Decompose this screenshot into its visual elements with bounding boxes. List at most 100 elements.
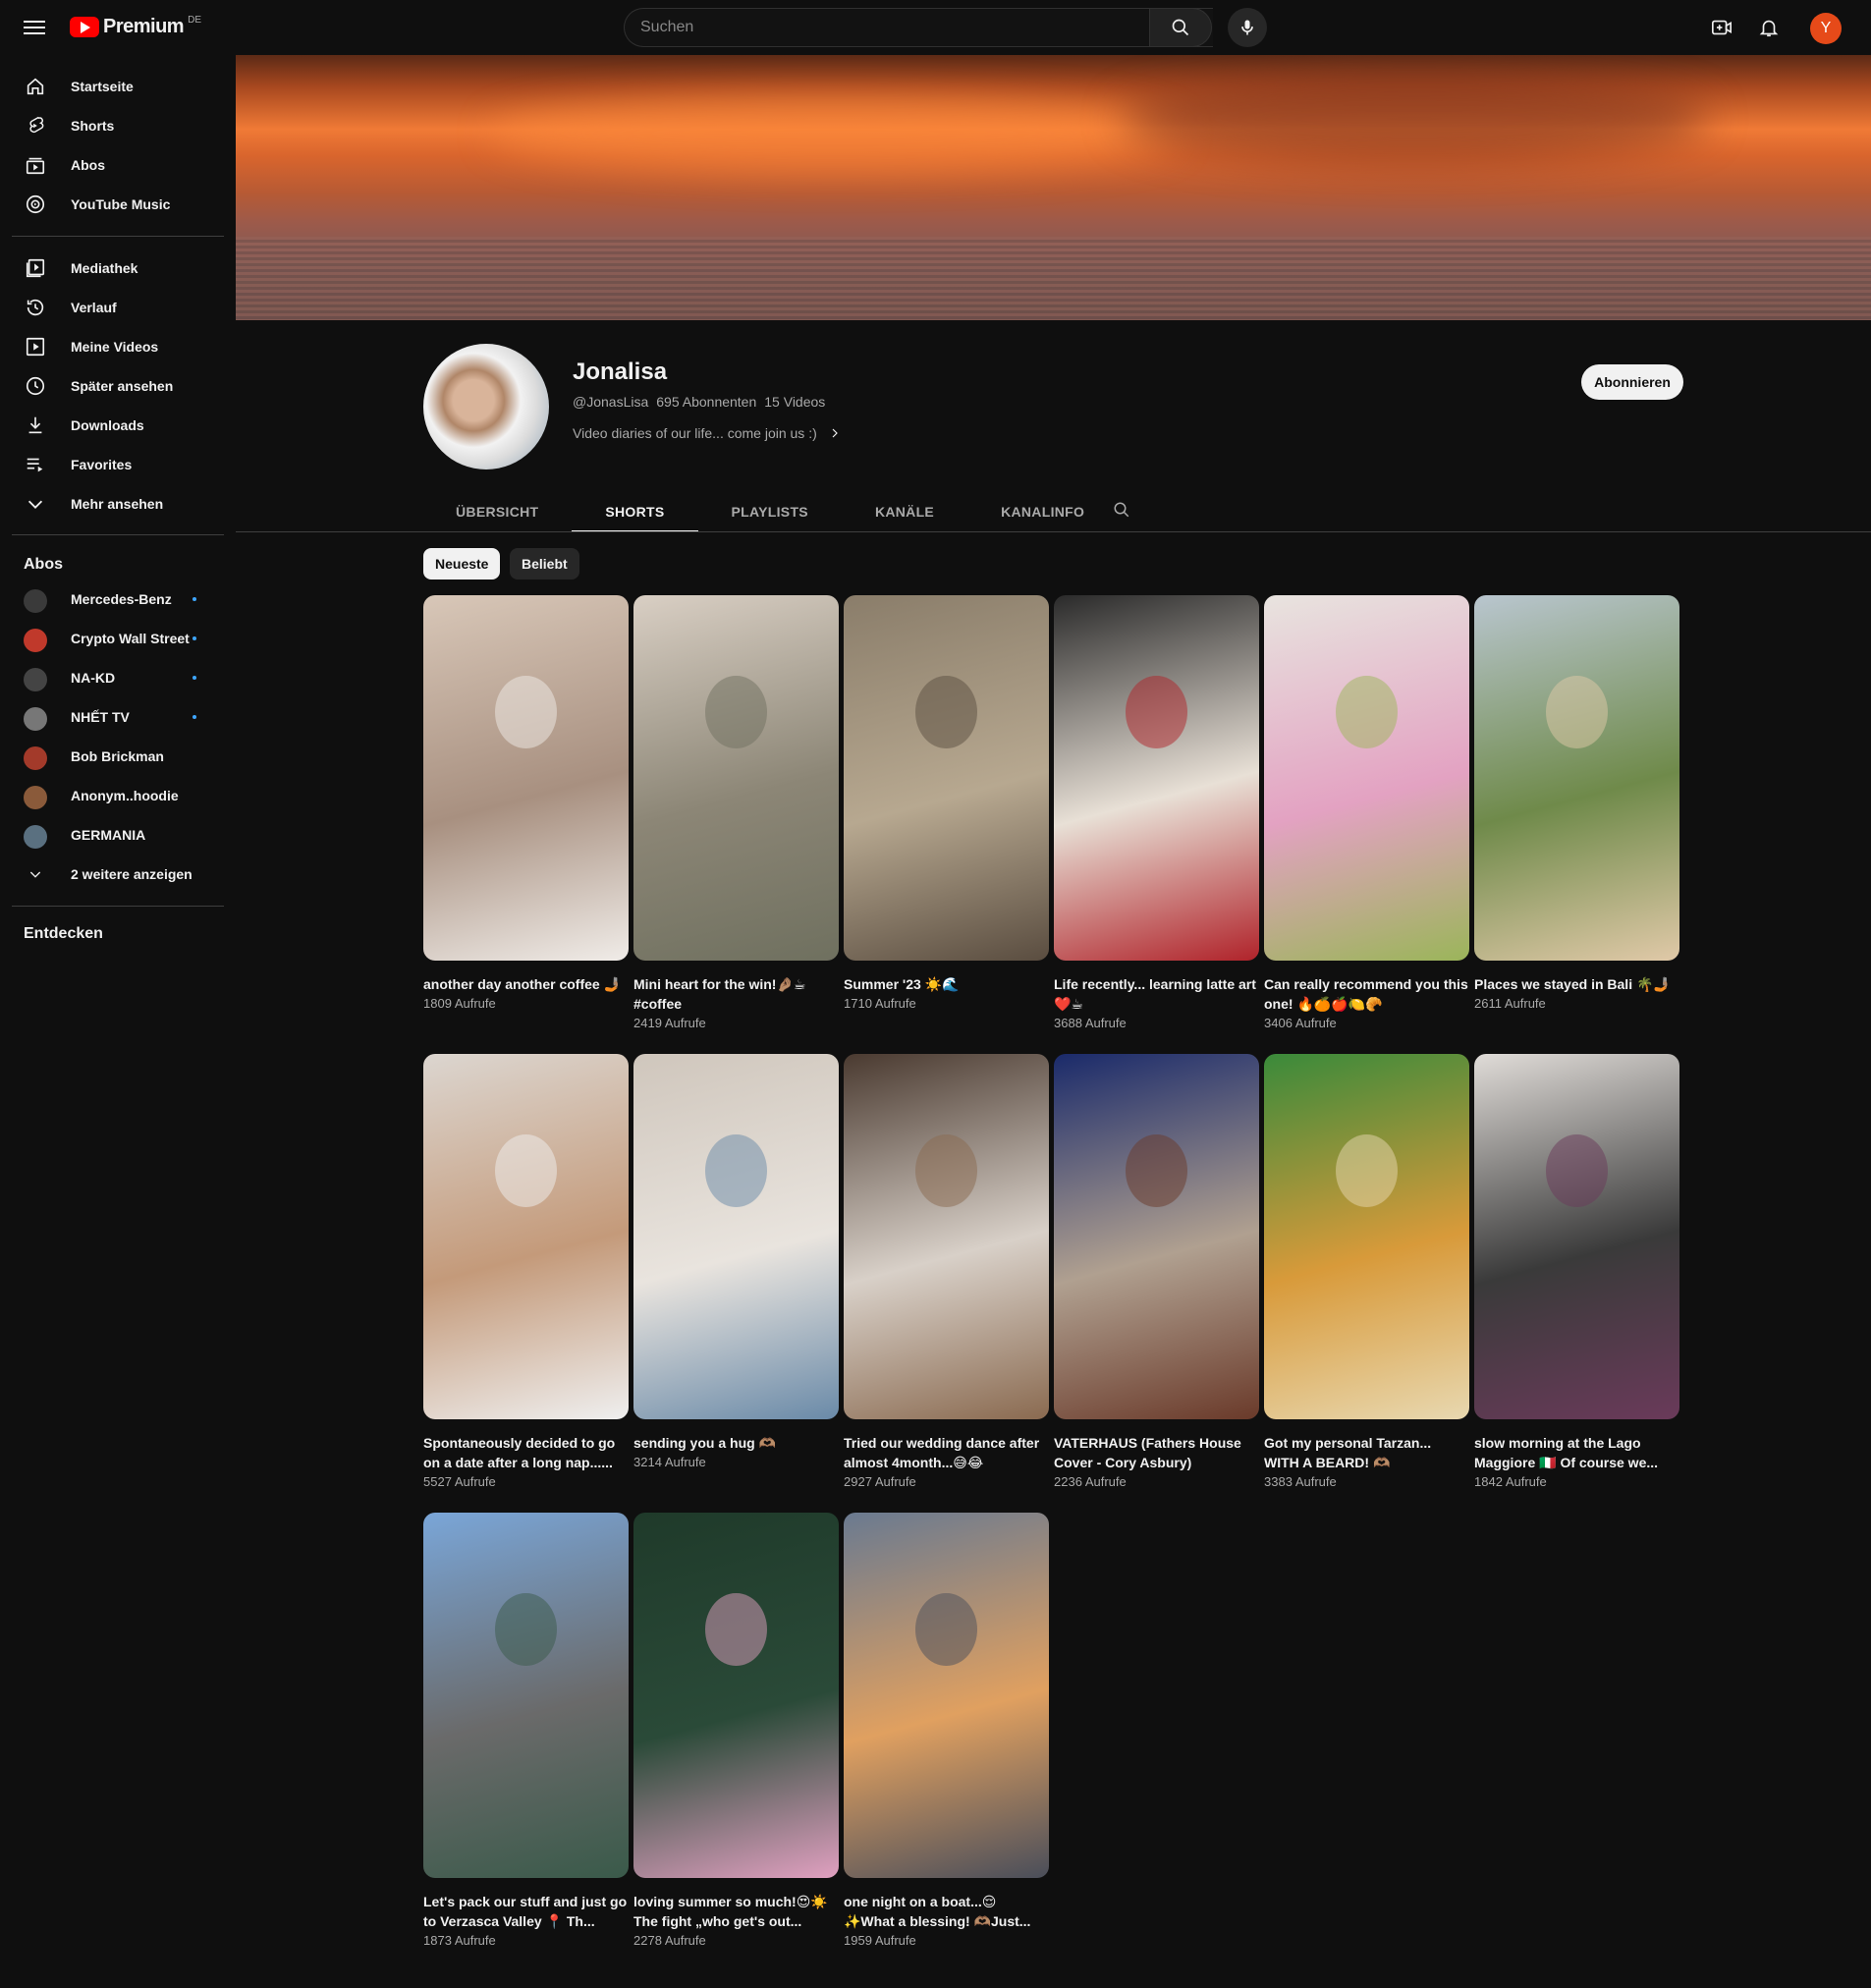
new-content-dot [193, 676, 196, 680]
tab-shorts[interactable]: SHORTS [572, 491, 698, 532]
short-title[interactable]: loving summer so much!😍☀️ The fight „who… [633, 1892, 839, 1931]
short-title[interactable]: Life recently... learning latte art❤️☕ [1054, 974, 1259, 1014]
subscription-label: NHẾT TV [71, 709, 130, 725]
short-thumbnail[interactable] [1054, 1054, 1259, 1419]
short-item[interactable]: VATERHAUS (Fathers House Cover - Cory As… [1054, 1054, 1259, 1489]
short-thumbnail[interactable] [1054, 595, 1259, 961]
subscription-item[interactable]: GERMANIA [12, 815, 224, 855]
chevron-down-icon [24, 864, 47, 884]
subscription-item[interactable]: Mercedes-Benz [12, 580, 224, 619]
short-item[interactable]: Let's pack our stuff and just go to Verz… [423, 1513, 629, 1948]
sidebar-divider [12, 236, 224, 237]
search-button[interactable] [1149, 8, 1212, 47]
sidebar-item-mediathek[interactable]: Mediathek [12, 248, 224, 288]
channel-avatar[interactable] [423, 344, 549, 469]
short-thumbnail[interactable] [844, 1513, 1049, 1878]
short-item[interactable]: Summer '23 ☀️🌊 1710 Aufrufe [844, 595, 1049, 1011]
channel-avatar [24, 668, 47, 691]
account-avatar[interactable]: Y [1810, 13, 1842, 44]
sidebar-item-abos[interactable]: Abos [12, 145, 224, 185]
filter-chip-neueste[interactable]: Neueste [423, 548, 501, 580]
short-item[interactable]: Tried our wedding dance after almost 4mo… [844, 1054, 1049, 1489]
short-thumbnail[interactable] [1264, 1054, 1469, 1419]
sidebar-item-sp-ter-ansehen[interactable]: Später ansehen [12, 366, 224, 406]
short-item[interactable]: another day another coffee 🤳🏽 1809 Aufruf… [423, 595, 629, 1011]
filter-chip-beliebt[interactable]: Beliebt [510, 548, 579, 580]
short-views: 2611 Aufrufe [1474, 996, 1546, 1011]
short-thumbnail[interactable] [844, 1054, 1049, 1419]
search-input[interactable] [625, 9, 1213, 46]
short-views: 2419 Aufrufe [633, 1016, 706, 1030]
new-content-dot [193, 597, 196, 601]
sidebar-item-favorites[interactable]: Favorites [12, 445, 224, 484]
tab-kanale[interactable]: KANÄLE [842, 491, 967, 532]
short-views: 1710 Aufrufe [844, 996, 916, 1011]
microphone-icon [1241, 20, 1253, 35]
short-title[interactable]: another day another coffee 🤳🏽 [423, 974, 629, 994]
short-thumbnail[interactable] [423, 1513, 629, 1878]
channel-description[interactable]: Video diaries of our life... come join u… [573, 425, 841, 441]
short-thumbnail[interactable] [423, 1054, 629, 1419]
short-thumbnail[interactable] [423, 595, 629, 961]
subscription-item[interactable]: Crypto Wall Street [12, 619, 224, 658]
notifications-button[interactable] [1757, 16, 1781, 39]
short-title[interactable]: Summer '23 ☀️🌊 [844, 974, 1049, 994]
short-thumbnail[interactable] [633, 1054, 839, 1419]
short-thumbnail[interactable] [1474, 1054, 1679, 1419]
sidebar-item-youtube-music[interactable]: YouTube Music [12, 185, 224, 224]
subscription-item[interactable]: Bob Brickman [12, 737, 224, 776]
short-item[interactable]: loving summer so much!😍☀️ The fight „who… [633, 1513, 839, 1948]
sidebar-item-label: Startseite [71, 79, 134, 94]
sidebar-item-shorts[interactable]: Shorts [12, 106, 224, 145]
short-title[interactable]: one night on a boat...😌 ✨What a blessing… [844, 1892, 1049, 1931]
short-item[interactable]: slow morning at the Lago Maggiore 🇮🇹 Of … [1474, 1054, 1679, 1489]
menu-icon[interactable] [24, 17, 45, 38]
short-title[interactable]: Got my personal Tarzan... WITH A BEARD! … [1264, 1433, 1469, 1472]
short-title[interactable]: sending you a hug 🫶🏽 [633, 1433, 839, 1453]
short-item[interactable]: Got my personal Tarzan... WITH A BEARD! … [1264, 1054, 1469, 1489]
short-title[interactable]: Can really recommend you this one! 🔥🍊🍎🍋🥐 [1264, 974, 1469, 1014]
short-item[interactable]: Places we stayed in Bali 🌴🤳🏽 2611 Aufrufe [1474, 595, 1679, 1011]
sidebar-item-meine-videos[interactable]: Meine Videos [12, 327, 224, 366]
channel-tabs: ÜBERSICHT SHORTS PLAYLISTS KANÄLE KANALINFO [422, 491, 1118, 532]
subscription-item[interactable]: Anonym..hoodie [12, 776, 224, 815]
short-title[interactable]: Let's pack our stuff and just go to Verz… [423, 1892, 629, 1931]
tab-ubersicht[interactable]: ÜBERSICHT [422, 491, 572, 532]
short-thumbnail[interactable] [1264, 595, 1469, 961]
voice-search-button[interactable] [1228, 8, 1267, 47]
subscribe-button[interactable]: Abonnieren [1581, 364, 1683, 400]
youtube-logo[interactable]: Premium DE [70, 15, 201, 38]
tab-kanalinfo[interactable]: KANALINFO [967, 491, 1118, 532]
short-title[interactable]: Places we stayed in Bali 🌴🤳🏽 [1474, 974, 1679, 994]
short-thumbnail[interactable] [633, 595, 839, 961]
create-button[interactable] [1710, 16, 1733, 39]
tab-playlists[interactable]: PLAYLISTS [698, 491, 842, 532]
short-item[interactable]: one night on a boat...😌 ✨What a blessing… [844, 1513, 1049, 1948]
short-thumbnail[interactable] [1474, 595, 1679, 961]
subscription-item[interactable]: NA-KD [12, 658, 224, 697]
short-item[interactable]: Mini heart for the win!🤌🏽☕ #coffee 2419 A… [633, 595, 839, 1030]
sidebar-item-verlauf[interactable]: Verlauf [12, 288, 224, 327]
sidebar-item-downloads[interactable]: Downloads [12, 406, 224, 445]
short-thumbnail[interactable] [844, 595, 1049, 961]
show-more-subscriptions[interactable]: 2 weitere anzeigen [12, 855, 224, 894]
short-title[interactable]: Tried our wedding dance after almost 4mo… [844, 1433, 1049, 1472]
short-item[interactable]: Can really recommend you this one! 🔥🍊🍎🍋🥐… [1264, 595, 1469, 1030]
short-title[interactable]: slow morning at the Lago Maggiore 🇮🇹 Of … [1474, 1433, 1679, 1472]
sidebar-item-startseite[interactable]: Startseite [12, 67, 224, 106]
short-title[interactable]: VATERHAUS (Fathers House Cover - Cory As… [1054, 1433, 1259, 1472]
short-title[interactable]: Mini heart for the win!🤌🏽☕ #coffee [633, 974, 839, 1014]
short-title[interactable]: Spontaneously decided to go on a date af… [423, 1433, 629, 1472]
short-item[interactable]: Spontaneously decided to go on a date af… [423, 1054, 629, 1489]
subscription-item[interactable]: NHẾT TV [12, 697, 224, 737]
short-item[interactable]: sending you a hug 🫶🏽 3214 Aufrufe [633, 1054, 839, 1469]
channel-search-button[interactable] [1110, 498, 1133, 522]
music-icon [24, 194, 47, 214]
sidebar-item-label: Mediathek [71, 260, 138, 276]
search-icon [1172, 19, 1189, 36]
short-thumbnail[interactable] [633, 1513, 839, 1878]
subscription-label: Mercedes-Benz [71, 591, 172, 607]
sidebar-item-mehr-ansehen[interactable]: Mehr ansehen [12, 484, 224, 524]
short-item[interactable]: Life recently... learning latte art❤️☕ 36… [1054, 595, 1259, 1030]
sidebar-item-label: Mehr ansehen [71, 496, 164, 512]
